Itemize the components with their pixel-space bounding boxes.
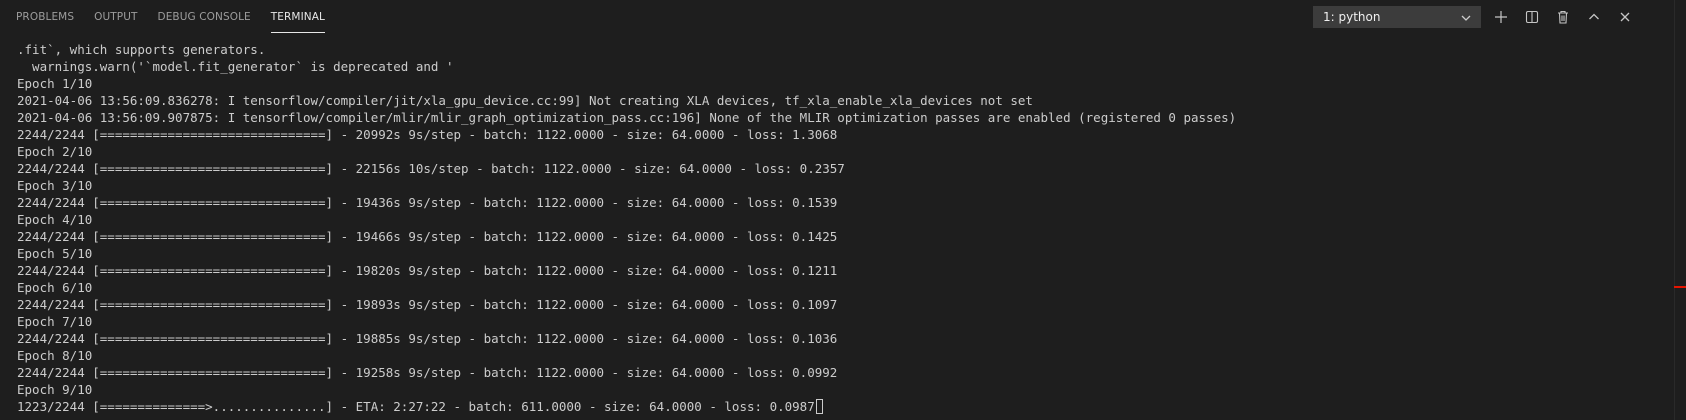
terminal-line: Epoch 4/10 bbox=[17, 212, 93, 227]
terminal-line: Epoch 2/10 bbox=[17, 144, 93, 159]
trash-icon bbox=[1558, 10, 1568, 24]
panel-tabs: PROBLEMS OUTPUT DEBUG CONSOLE TERMINAL bbox=[16, 0, 345, 34]
split-terminal-button[interactable] bbox=[1521, 6, 1543, 28]
terminal-line: 2244/2244 [=============================… bbox=[17, 297, 838, 312]
tab-terminal[interactable]: TERMINAL bbox=[270, 0, 326, 34]
terminal-line: Epoch 1/10 bbox=[17, 76, 93, 91]
terminal-line: 2244/2244 [=============================… bbox=[17, 161, 845, 176]
tab-problems[interactable]: PROBLEMS bbox=[16, 0, 74, 34]
terminal-line: Epoch 8/10 bbox=[17, 348, 93, 363]
split-icon bbox=[1525, 10, 1539, 24]
terminal-current-line: 1223/2244 [==============>..............… bbox=[17, 398, 1667, 415]
terminal-select-value: 1: python bbox=[1323, 10, 1381, 24]
panel-main: PROBLEMS OUTPUT DEBUG CONSOLE TERMINAL 1… bbox=[0, 0, 1686, 420]
close-icon bbox=[1620, 12, 1630, 22]
tab-output[interactable]: OUTPUT bbox=[94, 0, 137, 34]
terminal-line: Epoch 5/10 bbox=[17, 246, 93, 261]
terminal-line: 2244/2244 [=============================… bbox=[17, 365, 838, 380]
terminal-line: 2021-04-06 13:56:09.836278: I tensorflow… bbox=[17, 93, 1033, 108]
terminal-line: 2021-04-06 13:56:09.907875: I tensorflow… bbox=[17, 110, 1237, 125]
terminal-line: Epoch 7/10 bbox=[17, 314, 93, 329]
terminal-line: Epoch 6/10 bbox=[17, 280, 93, 295]
terminal-line: 2244/2244 [=============================… bbox=[17, 229, 838, 244]
terminal-cursor bbox=[815, 399, 823, 414]
panel-header: PROBLEMS OUTPUT DEBUG CONSOLE TERMINAL 1… bbox=[0, 0, 1686, 34]
terminal-line: Epoch 3/10 bbox=[17, 178, 93, 193]
terminal-line: 2244/2244 [=============================… bbox=[17, 127, 838, 142]
new-terminal-button[interactable] bbox=[1490, 6, 1512, 28]
tab-debug-console[interactable]: DEBUG CONSOLE bbox=[158, 0, 251, 34]
terminal-current-line-text: 1223/2244 [==============>..............… bbox=[17, 399, 815, 414]
maximize-panel-button[interactable] bbox=[1583, 6, 1605, 28]
terminal-line: Epoch 9/10 bbox=[17, 382, 93, 397]
terminal-line: 2244/2244 [=============================… bbox=[17, 331, 838, 346]
terminal-line: 2244/2244 [=============================… bbox=[17, 195, 838, 210]
scrollbar-error-marker bbox=[1674, 286, 1686, 288]
chevron-down-icon bbox=[1461, 15, 1471, 21]
terminal-panel: PROBLEMS OUTPUT DEBUG CONSOLE TERMINAL 1… bbox=[0, 0, 1686, 420]
terminal-output[interactable]: .fit`, which supports generators. warnin… bbox=[17, 41, 1667, 417]
terminal-line: warnings.warn('`model.fit_generator` is … bbox=[17, 59, 454, 74]
close-panel-button[interactable] bbox=[1614, 6, 1636, 28]
kill-terminal-button[interactable] bbox=[1552, 6, 1574, 28]
terminal-line: .fit`, which supports generators. bbox=[17, 42, 266, 57]
plus-icon bbox=[1495, 11, 1507, 23]
terminal-line: 2244/2244 [=============================… bbox=[17, 263, 838, 278]
terminal-scrollbar[interactable] bbox=[1674, 0, 1686, 420]
terminal-select-dropdown[interactable]: 1: python bbox=[1313, 6, 1481, 28]
chevron-up-icon bbox=[1589, 13, 1599, 20]
